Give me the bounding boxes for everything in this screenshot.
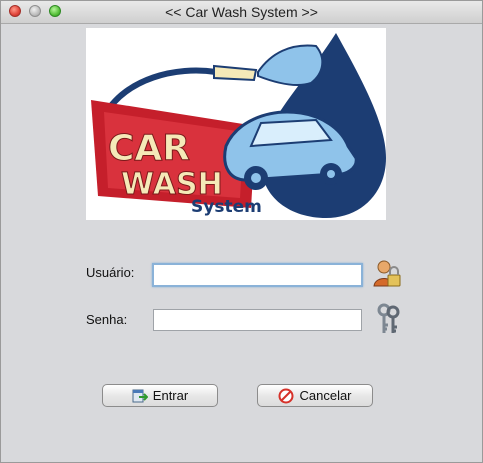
car-wash-logo: CAR WASH System	[86, 28, 386, 220]
login-button-label: Entrar	[152, 388, 189, 403]
user-lock-icon	[372, 258, 402, 290]
enter-icon	[132, 388, 149, 404]
password-label: Senha:	[86, 312, 128, 327]
cancel-icon	[278, 388, 294, 404]
window-title: << Car Wash System >>	[165, 4, 318, 20]
login-button[interactable]: Entrar	[102, 384, 218, 407]
keys-icon	[375, 303, 401, 335]
password-input[interactable]	[153, 309, 362, 331]
app-window: << Car Wash System >> CAR WASH System Us…	[0, 0, 483, 463]
car-wash-logo-image: CAR WASH System	[91, 33, 386, 218]
logo-word-car: CAR	[108, 128, 190, 169]
username-label: Usuário:	[86, 265, 135, 280]
username-input[interactable]	[152, 263, 363, 287]
logo-word-system: System	[191, 197, 262, 217]
cancel-button-label: Cancelar	[299, 388, 352, 403]
title-bar: << Car Wash System >>	[1, 1, 482, 24]
cancel-button[interactable]: Cancelar	[257, 384, 373, 407]
